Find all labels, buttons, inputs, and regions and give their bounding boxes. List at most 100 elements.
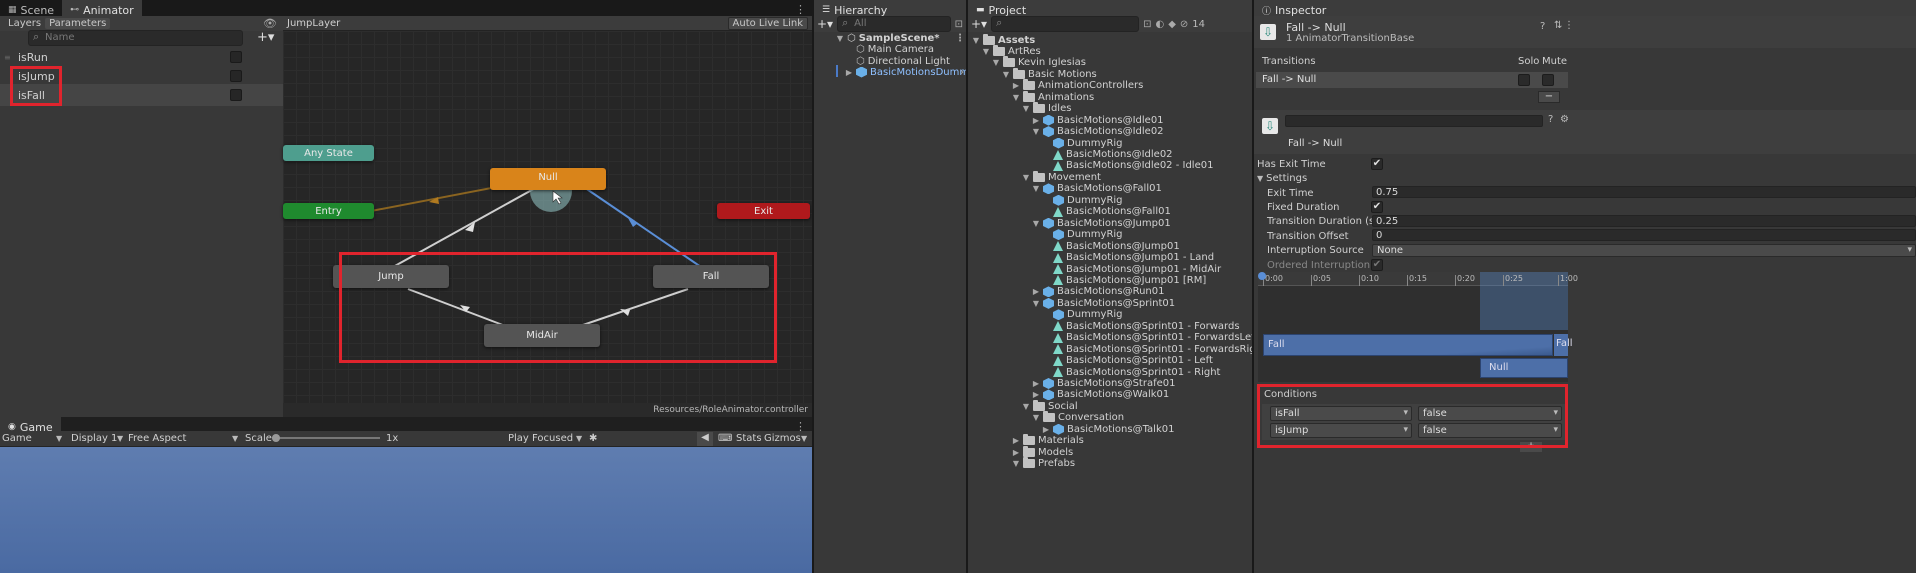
param-checkbox[interactable] bbox=[230, 89, 242, 101]
display-dropdown[interactable]: Display 1 bbox=[71, 433, 117, 444]
search-filter-icon[interactable]: ⊡ bbox=[1143, 19, 1151, 30]
param-search-input[interactable]: Name bbox=[28, 29, 243, 46]
help-icon[interactable]: ? bbox=[1540, 21, 1545, 32]
chevron-right-icon[interactable]: ▶ bbox=[1032, 116, 1040, 125]
settings-checkbox[interactable]: ✔ bbox=[1371, 201, 1383, 214]
subtab-layers[interactable]: Layers bbox=[4, 18, 45, 29]
chevron-down-icon[interactable]: ▼ bbox=[1022, 402, 1030, 411]
chevron-down-icon[interactable]: ▼ bbox=[836, 34, 844, 43]
play-focused-dropdown[interactable]: Play Focused bbox=[508, 433, 573, 444]
mute-checkbox[interactable] bbox=[1542, 74, 1554, 86]
settings-value-field[interactable]: 0.25 bbox=[1372, 214, 1916, 227]
chevron-down-icon[interactable]: ▼ bbox=[1032, 127, 1040, 136]
condition-value-dropdown[interactable]: false bbox=[1418, 423, 1562, 438]
transition-name-field[interactable] bbox=[1285, 115, 1543, 127]
chevron-down-icon[interactable]: ▼ bbox=[1012, 459, 1020, 468]
entry-node[interactable]: Entry bbox=[283, 203, 374, 219]
hierarchy-search-input[interactable]: All bbox=[837, 16, 951, 32]
chevron-down-icon[interactable]: ▼ bbox=[982, 47, 990, 56]
midair-fall-transition-line[interactable] bbox=[582, 288, 689, 326]
project-tree-item[interactable]: ▼ Prefabs bbox=[1012, 457, 1075, 471]
chevron-down-icon[interactable]: ▼ bbox=[1022, 173, 1030, 182]
add-condition-button[interactable]: + bbox=[1520, 442, 1542, 452]
chevron-right-icon[interactable]: ▶ bbox=[1032, 379, 1040, 388]
chevron-right-icon[interactable]: ▶ bbox=[1012, 448, 1020, 457]
drag-handle-icon[interactable]: ≡ bbox=[4, 53, 11, 62]
interruption-source-dropdown[interactable]: None bbox=[1372, 243, 1916, 257]
chevron-down-icon[interactable]: ▼ bbox=[1002, 70, 1010, 79]
timeline-null-bar[interactable]: Null bbox=[1480, 358, 1568, 378]
jump-state-node[interactable]: Jump bbox=[333, 265, 449, 288]
chevron-down-icon[interactable]: ▼ bbox=[1032, 219, 1040, 228]
game-mode-dropdown[interactable]: Game bbox=[2, 433, 32, 444]
subtab-parameters[interactable]: Parameters bbox=[45, 17, 111, 29]
add-object-button[interactable]: +▾ bbox=[817, 17, 833, 31]
remove-transition-button[interactable]: − bbox=[1538, 91, 1560, 103]
transition-list-item[interactable]: Fall -> Null bbox=[1256, 72, 1568, 88]
jump-null-transition-line[interactable] bbox=[392, 180, 549, 268]
add-param-button[interactable]: +▾ bbox=[257, 30, 274, 45]
chevron-down-icon[interactable]: ▼ bbox=[1032, 184, 1040, 193]
chevron-right-icon[interactable]: ▶ bbox=[1042, 425, 1050, 434]
bug-icon[interactable]: ✱ bbox=[589, 433, 597, 444]
stats-button[interactable]: Stats bbox=[736, 433, 762, 444]
keyboard-icon[interactable]: ⌨ bbox=[718, 433, 732, 444]
exit-node[interactable]: Exit bbox=[717, 203, 810, 219]
jump-midair-transition-line[interactable] bbox=[407, 288, 509, 328]
filter-type-icon[interactable]: ◐ bbox=[1155, 19, 1164, 30]
chevron-down-icon[interactable]: ▼ bbox=[1032, 413, 1040, 422]
midair-state-node[interactable]: MidAir bbox=[484, 324, 600, 347]
chevron-right-icon[interactable]: ▶ bbox=[1032, 287, 1040, 296]
fall-null-transition-line[interactable] bbox=[574, 180, 702, 268]
condition-param-dropdown[interactable]: isFall bbox=[1270, 406, 1412, 421]
chevron-right-icon[interactable]: ▶ bbox=[1012, 81, 1020, 90]
scale-slider-track[interactable] bbox=[272, 437, 380, 439]
settings-icon[interactable]: ⇅ bbox=[1554, 20, 1562, 31]
transition-timeline[interactable]: 0:00 0:05 0:10 0:15 0:20 0:25 1:00 Fall Fall N… bbox=[1258, 272, 1578, 382]
settings-icon[interactable]: ⚙ bbox=[1560, 114, 1569, 125]
scale-slider-thumb[interactable] bbox=[272, 434, 280, 442]
chevron-down-icon[interactable]: ▼ bbox=[1032, 299, 1040, 308]
condition-param-dropdown[interactable]: isJump bbox=[1270, 423, 1412, 438]
more-menu-icon[interactable]: ⋮ bbox=[1564, 20, 1574, 31]
chevron-right-icon[interactable]: ▶ bbox=[1012, 436, 1020, 445]
help-icon[interactable]: ? bbox=[1548, 114, 1553, 125]
chevron-right-icon[interactable]: ▶ bbox=[845, 68, 853, 77]
settings-value-field[interactable]: 0 bbox=[1372, 229, 1916, 242]
eye-hidden-icon[interactable]: ⊘ bbox=[1180, 19, 1188, 30]
gizmos-dropdown[interactable]: Gizmos bbox=[764, 433, 801, 444]
label-icon[interactable]: ◆ bbox=[1168, 19, 1176, 30]
chevron-down-icon[interactable]: ▼ bbox=[1012, 93, 1020, 102]
chevron-right-icon[interactable]: › bbox=[960, 67, 964, 78]
project-search-input[interactable] bbox=[991, 16, 1140, 32]
timeline-fall-bar[interactable]: Fall bbox=[1263, 334, 1553, 356]
param-checkbox[interactable] bbox=[230, 51, 242, 63]
chevron-right-icon[interactable]: ▶ bbox=[1032, 390, 1040, 399]
settings-value-field[interactable]: 0.75 bbox=[1372, 186, 1916, 198]
null-state-node[interactable]: Null bbox=[490, 168, 606, 190]
settings-foldout[interactable]: ▼ Settings bbox=[1254, 171, 1916, 185]
has-exit-time-checkbox[interactable]: ✔ bbox=[1371, 158, 1383, 170]
param-checkbox[interactable] bbox=[230, 70, 242, 82]
layer-breadcrumb[interactable]: JumpLayer bbox=[283, 18, 340, 29]
timeline-fall-bar-next[interactable]: Fall bbox=[1554, 334, 1573, 356]
any-state-node[interactable]: Any State bbox=[283, 145, 374, 161]
fall-state-node[interactable]: Fall bbox=[653, 265, 769, 288]
create-asset-button[interactable]: +▾ bbox=[971, 17, 987, 31]
mute-audio-icon[interactable]: ◀ bbox=[697, 431, 713, 446]
param-row-isfall[interactable]: isFall bbox=[0, 84, 283, 106]
more-menu-icon[interactable]: ⋮ bbox=[955, 33, 965, 44]
aspect-dropdown[interactable]: Free Aspect bbox=[128, 433, 186, 444]
condition-value-dropdown[interactable]: false bbox=[1418, 406, 1562, 421]
eye-icon[interactable]: 👁 bbox=[263, 17, 277, 30]
auto-live-link-button[interactable]: Auto Live Link bbox=[727, 16, 808, 30]
chevron-down-icon[interactable]: ▼ bbox=[1022, 104, 1030, 113]
chevron-down-icon[interactable]: ▼ bbox=[972, 36, 980, 45]
game-viewport[interactable] bbox=[0, 447, 812, 573]
solo-checkbox[interactable] bbox=[1518, 74, 1530, 86]
search-filter-icon[interactable]: ⊡ bbox=[955, 19, 963, 30]
settings-checkbox[interactable]: ✔ bbox=[1371, 259, 1383, 271]
timeline-start-marker[interactable] bbox=[1258, 272, 1266, 280]
chevron-down-icon[interactable]: ▼ bbox=[992, 58, 1000, 67]
hierarchy-item-basicmotionsdummy[interactable]: ▶ BasicMotionsDummy › bbox=[845, 65, 975, 79]
